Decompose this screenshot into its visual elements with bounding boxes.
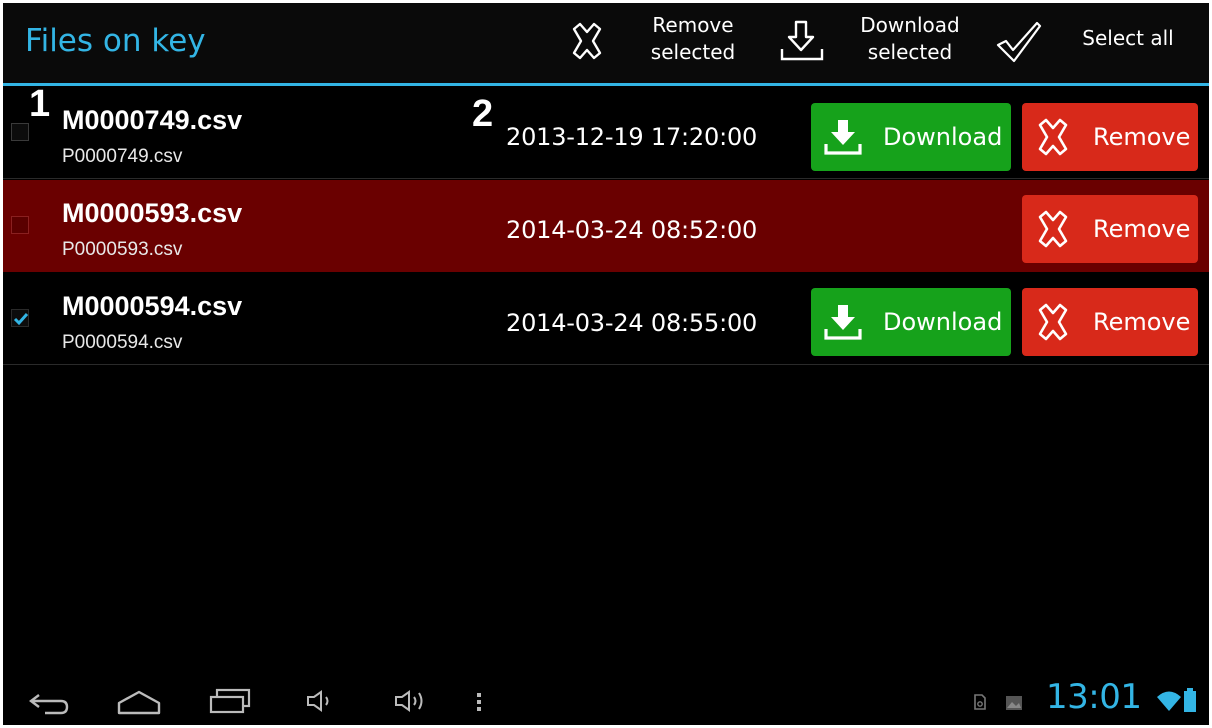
remove-button[interactable]: Remove — [1022, 195, 1198, 263]
action-bar: Files on key Remove selected Download se… — [3, 3, 1209, 83]
file-row-failed[interactable]: M0000593.csv P0000593.csv 2014-03-24 08:… — [3, 180, 1209, 272]
file-checkbox[interactable] — [11, 123, 29, 141]
file-name: M0000593.csv — [62, 198, 243, 228]
remove-label: Remove — [1093, 123, 1191, 151]
download-selected-button[interactable]: Download selected — [855, 12, 965, 66]
file-date: 2013-12-19 17:20:00 — [506, 123, 758, 151]
download-label: Download — [883, 123, 1003, 151]
remove-selected-label-2: selected — [650, 40, 736, 64]
menu-icon[interactable] — [475, 691, 483, 713]
download-selected-label-2: selected — [867, 40, 953, 64]
clock: 13:01 — [1046, 677, 1142, 717]
file-row[interactable]: M0000749.csv P0000749.csv 2013-12-19 17:… — [3, 87, 1209, 179]
remove-selected-button[interactable]: Remove selected — [643, 12, 743, 66]
back-icon[interactable] — [27, 691, 71, 717]
select-all-icon[interactable] — [995, 20, 1043, 64]
file-date: 2014-03-24 08:55:00 — [506, 309, 758, 337]
file-subname: P0000594.csv — [62, 332, 183, 353]
file-subname: P0000593.csv — [62, 239, 183, 260]
file-name: M0000594.csv — [62, 291, 243, 321]
sd-card-icon — [973, 693, 987, 711]
download-selected-label-1: Download — [860, 13, 960, 37]
annotation-1: 1 — [29, 83, 51, 125]
screen: Files on key Remove selected Download se… — [3, 3, 1209, 725]
remove-icon — [1034, 117, 1072, 163]
image-icon — [1005, 695, 1023, 711]
remove-button[interactable]: Remove — [1022, 103, 1198, 171]
remove-label: Remove — [1093, 308, 1191, 336]
volume-up-icon[interactable] — [393, 687, 429, 715]
remove-selected-icon[interactable] — [568, 21, 606, 61]
wifi-icon — [1156, 689, 1182, 713]
home-icon[interactable] — [115, 689, 163, 717]
annotation-2: 2 — [472, 93, 494, 135]
remove-icon — [1034, 209, 1072, 255]
file-checkbox[interactable] — [11, 216, 29, 234]
download-selected-icon[interactable] — [779, 19, 825, 63]
file-date: 2014-03-24 08:52:00 — [506, 216, 758, 244]
volume-down-icon[interactable] — [305, 689, 335, 713]
remove-icon — [1034, 302, 1072, 348]
app-title: Files on key — [25, 23, 206, 59]
remove-button[interactable]: Remove — [1022, 288, 1198, 356]
system-bar: 13:01 — [3, 675, 1209, 725]
file-row[interactable]: M0000594.csv P0000594.csv 2014-03-24 08:… — [3, 273, 1209, 365]
recent-apps-icon[interactable] — [207, 687, 253, 715]
file-name: M0000749.csv — [62, 105, 243, 135]
remove-label: Remove — [1093, 215, 1191, 243]
download-icon — [823, 117, 863, 163]
checkmark-icon — [13, 313, 29, 326]
select-all-button[interactable]: Select all — [1073, 25, 1183, 52]
download-button[interactable]: Download — [811, 288, 1011, 356]
download-label: Download — [883, 308, 1003, 336]
file-subname: P0000749.csv — [62, 146, 183, 167]
download-icon — [823, 302, 863, 348]
download-button[interactable]: Download — [811, 103, 1011, 171]
remove-selected-label-1: Remove — [652, 13, 734, 37]
battery-icon — [1183, 687, 1197, 713]
action-bar-divider — [3, 83, 1209, 86]
file-checkbox-checked[interactable] — [11, 309, 29, 327]
